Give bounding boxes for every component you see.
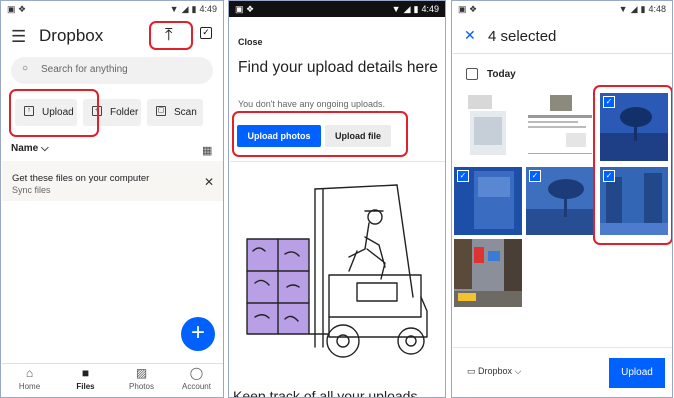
banner-title: Get these files on your computer [12,173,150,184]
wifi-icon: ▼ [618,4,628,14]
section-today: Today [487,69,516,80]
checkmark-icon: ✓ [457,170,469,182]
nav-account-label: Account [182,382,211,391]
status-notification-icons: ▣ ❖ [458,4,478,14]
close-button[interactable]: Close [238,37,263,47]
status-notification-icons: ▣ ❖ [7,4,27,14]
signal-icon: ◢ [181,4,189,14]
battery-icon: ▮ [191,4,197,14]
photo-thumbnail[interactable] [454,93,522,161]
banner-subtitle: Sync files [12,185,51,195]
search-placeholder: Search for anything [41,64,128,75]
photo-thumbnail-selected[interactable]: ✓ [526,167,594,235]
upload-details-screen: ▣ ❖ ▼ ◢ ▮ 4:49 Close Find your upload detai… [228,0,446,398]
promo-text: Keep track of all your uploads [233,388,418,398]
selection-count: 4 selected [488,28,557,45]
status-bar: ▣ ❖ ▼ ◢ ▮ 4:49 [229,1,445,17]
scan-button-label: Scan [174,107,197,118]
photo-thumbnail[interactable] [526,93,594,161]
nav-photos-label: Photos [129,382,154,391]
status-bar: ▣ ❖ ▼ ◢ ▮ 4:49 [1,1,223,17]
battery-icon: ▮ [413,4,419,14]
divider [230,161,445,162]
dropbox-files-screen: ▣ ❖ ▼ ◢ ▮ 4:49 ☰ Dropbox ⤒ ✓ ○ Search for a… [0,0,224,398]
home-icon: ⌂ [25,366,34,380]
photo-select-screen: ▣ ❖ ▼ ◢ ▮ 4:48 ✕ 4 selected Today ✓ ✓ ✓ … [451,0,673,398]
wifi-icon: ▼ [391,4,401,14]
scan-button[interactable]: ▢ Scan [147,99,203,126]
app-title: Dropbox [39,26,104,45]
folder-icon: ▭ [467,366,476,376]
close-icon[interactable]: ✕ [464,27,476,44]
select-all-checkbox[interactable] [466,68,478,80]
upload-button[interactable]: Upload [609,358,665,388]
hamburger-icon[interactable]: ☰ [11,27,26,47]
sort-label: Name [11,143,39,154]
folder-icon: ■ [81,366,90,380]
signal-icon: ◢ [630,4,638,14]
highlight-upload-icon [149,21,193,50]
nav-files[interactable]: ■ Files [58,366,113,391]
document-screenshot-image [468,95,506,155]
web-screenshot-image [528,95,592,154]
status-time: 4:49 [199,4,217,14]
plus-icon[interactable]: + [181,317,215,351]
status-time: 4:49 [421,4,439,14]
nav-home-label: Home [18,382,41,391]
highlight-upload-buttons [232,111,408,157]
photo-thumbnail-selected[interactable]: ✓ [454,167,522,235]
upload-status-text: You don't have any ongoing uploads. [238,99,386,109]
folder-label: Dropbox [478,366,513,376]
divider [453,53,672,54]
folder-button-label: Folder [110,107,139,118]
chevron-down-icon: ⌵ [41,143,49,154]
status-right: ▼ ◢ ▮ 4:48 [616,4,666,15]
photo-thumbnail[interactable] [454,239,522,307]
wifi-icon: ▼ [169,4,179,14]
status-notification-icons: ▣ ❖ [235,4,255,14]
photos-icon: ▨ [135,366,148,380]
upload-action-bar: ▭ Dropbox ⌵ Upload [453,347,672,397]
page-title: Find your upload details here [238,59,438,76]
destination-folder[interactable]: ▭ Dropbox ⌵ [467,366,521,377]
forklift-illustration [246,184,428,358]
scan-icon: ▢ [156,106,166,116]
checkbox-icon[interactable]: ✓ [200,27,212,39]
grid-view-icon[interactable]: ▦ [202,144,212,157]
signal-icon: ◢ [403,4,411,14]
nav-files-label: Files [76,382,95,391]
chevron-down-icon: ⌵ [514,366,522,376]
search-icon: ○ [22,63,29,74]
person-icon: ◯ [189,366,204,380]
close-icon[interactable]: ✕ [204,175,214,189]
nav-account[interactable]: ◯ Account [169,366,223,391]
battery-icon: ▮ [640,4,646,14]
search-input[interactable]: ○ Search for anything [11,57,213,84]
status-right: ▼ ◢ ▮ 4:49 [167,4,217,15]
highlight-selected-photos [593,85,672,245]
highlight-upload-button [9,89,99,137]
status-right: ▼ ◢ ▮ 4:49 [389,4,439,15]
nav-home[interactable]: ⌂ Home [2,366,57,391]
status-time: 4:48 [648,4,666,14]
checkmark-icon: ✓ [529,170,541,182]
city-photo-image [454,239,522,307]
bottom-nav: ⌂ Home ■ Files ▨ Photos ◯ Account [2,363,223,397]
sync-banner[interactable]: Get these files on your computer Sync fi… [2,161,223,201]
nav-photos[interactable]: ▨ Photos [114,366,169,391]
sort-name[interactable]: Name ⌵ [11,143,49,154]
status-bar: ▣ ❖ ▼ ◢ ▮ 4:48 [452,1,672,17]
